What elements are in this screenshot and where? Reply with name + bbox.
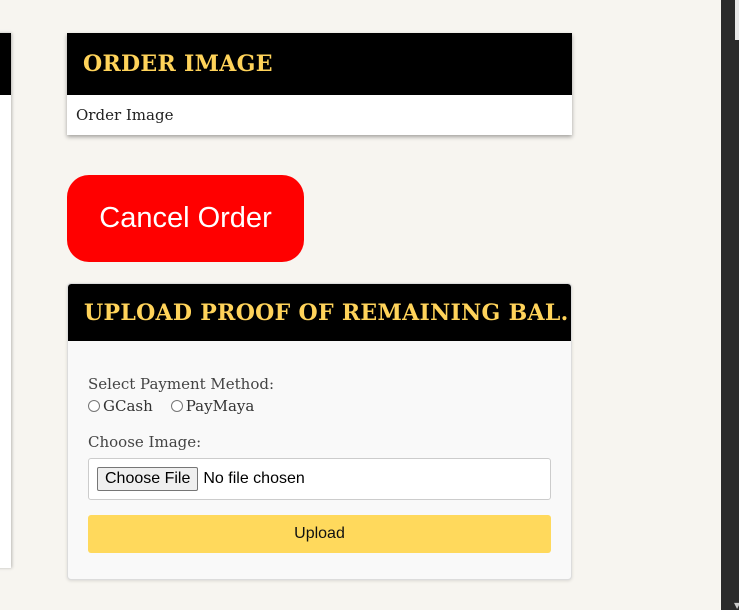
gcash-radio[interactable] bbox=[88, 400, 100, 412]
upload-proof-card: UPLOAD PROOF OF REMAINING BAL. Select Pa… bbox=[67, 283, 572, 580]
order-image-card: ORDER IMAGE Order Image bbox=[67, 33, 572, 135]
order-image-title: ORDER IMAGE bbox=[83, 51, 273, 77]
file-status-text: No file chosen bbox=[203, 470, 305, 487]
gcash-label: GCash bbox=[103, 397, 153, 415]
upload-button[interactable]: Upload bbox=[88, 515, 551, 553]
scroll-down-arrow-icon[interactable]: ▼ bbox=[734, 601, 739, 610]
payment-method-group: GCash PayMaya bbox=[88, 397, 551, 415]
scrollbar-thumb[interactable] bbox=[735, 0, 739, 40]
paymaya-label: PayMaya bbox=[185, 397, 255, 415]
order-image: Order Image bbox=[75, 106, 173, 124]
payment-option-paymaya[interactable]: PayMaya bbox=[170, 397, 255, 415]
order-image-header: ORDER IMAGE bbox=[67, 33, 572, 95]
choose-image-label: Choose Image: bbox=[88, 433, 202, 451]
scrollbar[interactable]: ▼ bbox=[721, 0, 739, 610]
upload-proof-title: UPLOAD PROOF OF REMAINING BAL. bbox=[84, 299, 569, 326]
payment-option-gcash[interactable]: GCash bbox=[88, 397, 153, 415]
order-image-alt-text: Order Image bbox=[76, 106, 174, 124]
upload-form: Select Payment Method: GCash PayMaya Cho… bbox=[68, 341, 571, 553]
choose-file-button[interactable]: Choose File bbox=[97, 467, 199, 491]
side-card-header bbox=[0, 33, 11, 95]
side-card bbox=[0, 33, 11, 568]
upload-proof-header: UPLOAD PROOF OF REMAINING BAL. bbox=[68, 284, 571, 341]
order-image-body: Order Image bbox=[67, 95, 572, 135]
payment-method-label: Select Payment Method: bbox=[88, 375, 275, 393]
paymaya-radio[interactable] bbox=[170, 400, 183, 412]
cancel-order-button[interactable]: Cancel Order bbox=[67, 175, 304, 262]
file-input[interactable]: Choose File No file chosen bbox=[88, 458, 551, 500]
